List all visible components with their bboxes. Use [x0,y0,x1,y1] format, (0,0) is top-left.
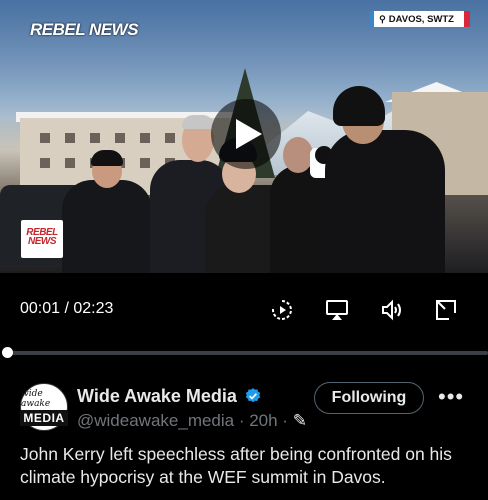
pop-out-button[interactable] [433,297,459,323]
rebel-news-logo: REBEL NEWS [30,20,139,39]
more-options-icon[interactable]: ••• [438,386,464,408]
avatar-line2: MEDIA [20,409,68,426]
pop-out-icon [436,300,456,320]
location-pin-icon: ⚲ [379,13,386,24]
play-icon [236,119,262,149]
tweet: wide awake MEDIA Wide Awake Media @widea… [0,362,488,500]
volume-icon [382,299,401,321]
author-name[interactable]: Wide Awake Media [77,386,237,407]
airplay-icon [326,300,348,320]
playback-speed-icon [272,300,292,320]
verified-badge-icon [245,388,261,403]
rebel-news-watermark: REBEL NEWS [21,220,63,258]
handle-text: @wideawake_media · 20h · [77,411,288,430]
progress-knob[interactable] [1,347,13,358]
video-player[interactable]: REBEL NEWS REBEL NEWS ⚲ DAVOS, SWTZ [0,0,488,273]
avatar-line1: wide awake [21,388,51,409]
author-handle: @wideawake_media · 20h · ✎ [77,411,307,431]
volume-button[interactable] [379,297,405,323]
progress-track[interactable] [4,351,488,355]
airplay-button[interactable] [324,297,350,323]
location-tag: ⚲ DAVOS, SWTZ [369,11,470,27]
avatar[interactable]: wide awake MEDIA [20,383,68,431]
following-button[interactable]: Following [314,382,424,414]
video-controls: 00:01 / 02:23 [0,273,488,358]
play-button[interactable] [211,99,281,169]
playback-speed-button[interactable] [269,297,295,323]
edit-pencil-icon: ✎ [292,411,307,430]
video-time: 00:01 / 02:23 [20,300,114,317]
location-text: DAVOS, SWTZ [388,13,454,25]
tweet-text: John Kerry left speechless after being c… [20,444,452,487]
